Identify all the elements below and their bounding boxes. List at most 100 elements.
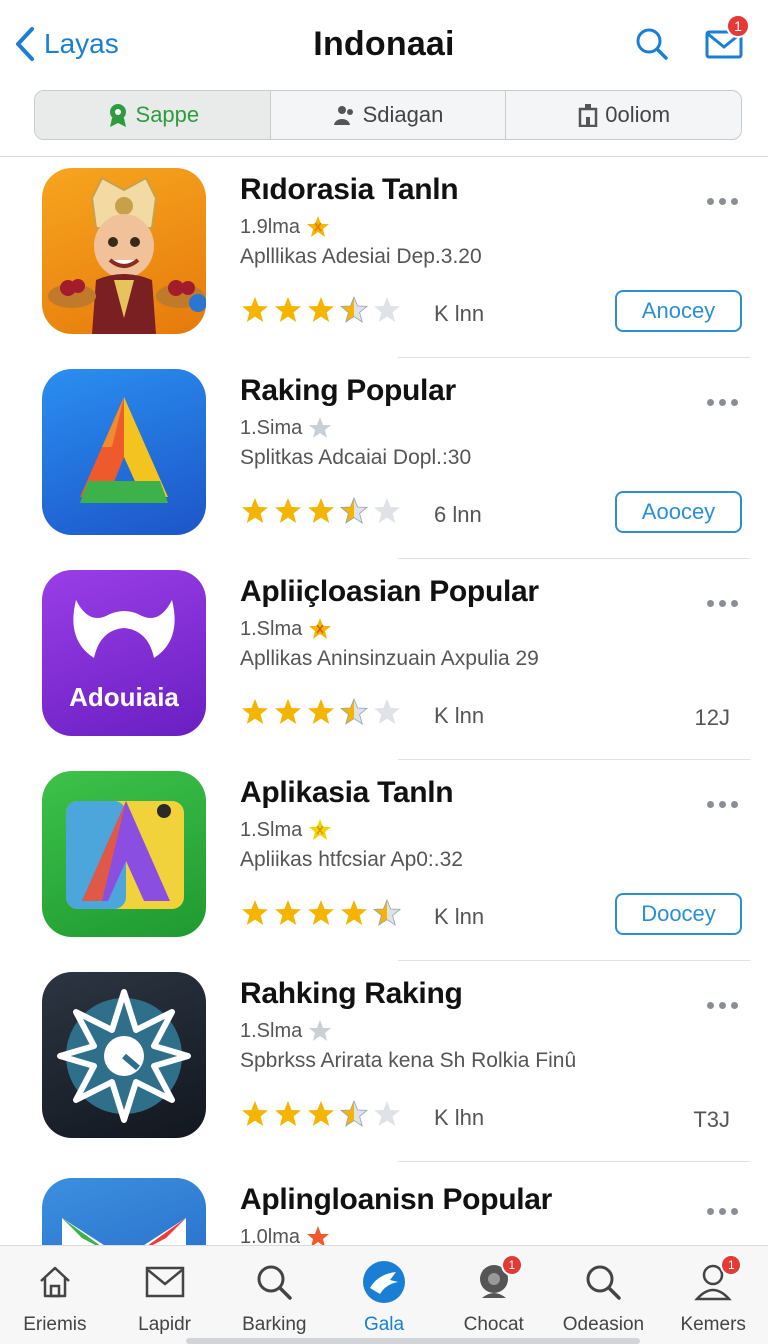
- segment-sdiagan[interactable]: Sdiagan: [271, 91, 507, 139]
- envelope-logo-icon: [62, 1218, 186, 1245]
- home-indicator: [186, 1338, 640, 1344]
- more-options-button[interactable]: [702, 792, 742, 816]
- list-item[interactable]: Raking Popular 1.Sima Splitkas Adcaiai D…: [0, 358, 768, 559]
- rank-label: 12J: [694, 705, 730, 730]
- segment-oliom[interactable]: 0oliom: [506, 91, 741, 139]
- globe-icon: [362, 1260, 406, 1304]
- app-name[interactable]: Apliiçloasian Popular: [240, 575, 539, 609]
- rating-count: K lnn: [434, 904, 485, 929]
- list-item[interactable]: Aplingloanisn Popular 1.0lma: [0, 1167, 768, 1245]
- get-button[interactable]: Aoocey: [615, 491, 742, 533]
- tab-label: Gala: [363, 1314, 405, 1335]
- tab-kemers[interactable]: 1 Kemers: [658, 1246, 768, 1344]
- app-meta: 1.Slma: [240, 617, 332, 641]
- tab-chocat[interactable]: 1 Chocat: [439, 1246, 549, 1344]
- star-filled-icon: [308, 1101, 334, 1126]
- app-name[interactable]: Aplikasia Tanln: [240, 776, 454, 810]
- get-button[interactable]: Anocey: [615, 290, 742, 332]
- app-name[interactable]: Aplingloanisn Popular: [240, 1183, 552, 1217]
- tab-label: Chocat: [463, 1314, 524, 1335]
- star-badge-icon: [307, 216, 330, 237]
- segment-label: Sdiagan: [362, 102, 444, 127]
- triangle-logo-icon: [80, 397, 168, 503]
- app-icon-blue-partial[interactable]: [42, 1178, 206, 1245]
- people-icon: [333, 106, 353, 125]
- star-filled-icon: [242, 699, 268, 724]
- tab-odeasion[interactable]: Odeasion: [549, 1246, 659, 1344]
- star-filled-icon: [308, 900, 334, 925]
- app-meta: 1.Sima: [240, 416, 332, 440]
- tab-label: Eriemis: [23, 1314, 87, 1335]
- tab-lapidr[interactable]: Lapidr: [110, 1246, 220, 1344]
- more-options-button[interactable]: [702, 1199, 742, 1223]
- list-item[interactable]: Adouiaia Apliiçloasian Popular 1.Slma Ap…: [0, 559, 768, 760]
- star-filled-icon: [275, 498, 301, 523]
- rating-count: 6 lnn: [434, 502, 482, 527]
- star-half-icon: [339, 1099, 369, 1127]
- app-size: 1.Slma: [240, 1019, 303, 1042]
- app-icon-purple[interactable]: Adouiaia: [42, 570, 206, 736]
- rating-count: K lnn: [434, 301, 485, 326]
- tab-badge: 1: [720, 1254, 743, 1276]
- app-description: Splitkas Adcaiai Dopl.:30: [240, 446, 472, 469]
- app-icon-triangle[interactable]: [42, 369, 206, 535]
- list-item[interactable]: Rıdorasia Tanln 1.9lma Aplllikas Adesiai…: [0, 157, 768, 358]
- tab-label: Lapidr: [138, 1314, 191, 1335]
- tab-gala[interactable]: Gala: [329, 1246, 439, 1344]
- app-size: 1.Sima: [240, 416, 303, 439]
- building-icon: [579, 104, 598, 127]
- search-icon: [252, 1260, 296, 1304]
- get-button[interactable]: Doocey: [615, 893, 742, 935]
- rating-stars: [240, 295, 402, 325]
- award-icon: [109, 104, 126, 127]
- star-half-icon: [339, 295, 369, 323]
- star-filled-icon: [275, 1101, 301, 1126]
- star-half-icon: [339, 496, 369, 524]
- tab-eriemis[interactable]: Eriemis: [0, 1246, 110, 1344]
- app-name[interactable]: Rıdorasia Tanln: [240, 173, 459, 207]
- star-half-icon: [372, 898, 402, 926]
- mail-button[interactable]: 1: [702, 14, 750, 66]
- compass-star-icon: [57, 989, 191, 1123]
- app-icon-dark[interactable]: [42, 972, 206, 1138]
- tab-barking[interactable]: Barking: [219, 1246, 329, 1344]
- app-meta: 1.0lma: [240, 1225, 330, 1245]
- app-description: Aplllikas Adesiai Dep.3.20: [240, 245, 482, 268]
- more-options-button[interactable]: [702, 993, 742, 1017]
- star-filled-icon: [242, 498, 268, 523]
- app-name[interactable]: Raking Popular: [240, 374, 456, 408]
- app-size: 1.9lma: [240, 215, 301, 238]
- bottom-tab-bar: Eriemis Lapidr Barking Gala 1 Chocat Ode…: [0, 1245, 768, 1344]
- star-filled-icon: [308, 297, 334, 322]
- rating-stars: [240, 898, 402, 928]
- app-size: 1.Slma: [240, 617, 303, 640]
- more-options-button[interactable]: [702, 189, 742, 213]
- app-description: Apliikas htfcsiar Ap0:.32: [240, 848, 463, 871]
- star-filled-icon: [275, 297, 301, 322]
- app-size: 1.Slma: [240, 818, 303, 841]
- rating-count: K lnn: [434, 703, 485, 728]
- list-item[interactable]: Aplikasia Tanln 1.Slma Apliikas htfcsiar…: [0, 760, 768, 961]
- app-meta: 1.Slma: [240, 818, 332, 842]
- more-options-button[interactable]: [702, 591, 742, 615]
- segment-label: 0oliom: [605, 102, 671, 127]
- star-outline-icon: [309, 1020, 332, 1041]
- tab-label: Odeasion: [562, 1314, 645, 1335]
- more-options-button[interactable]: [702, 390, 742, 414]
- segment-label: Sappe: [135, 102, 200, 127]
- app-icon-green[interactable]: [42, 771, 206, 937]
- search-icon: [636, 28, 668, 60]
- list-item[interactable]: Rahking Raking 1.Slma Spbrkss Arirata ke…: [0, 961, 768, 1162]
- rank-label: T3J: [693, 1107, 730, 1132]
- app-name[interactable]: Rahking Raking: [240, 977, 463, 1011]
- star-empty-icon: [374, 1101, 400, 1126]
- segmented-control: Sappe Sdiagan 0oliom: [34, 90, 742, 140]
- mail-badge: 1: [726, 14, 750, 38]
- star-filled-icon: [341, 900, 367, 925]
- star-filled-icon: [308, 699, 334, 724]
- app-list: Rıdorasia Tanln 1.9lma Aplllikas Adesiai…: [0, 157, 768, 1245]
- star-filled-icon: [242, 900, 268, 925]
- app-icon-mascot[interactable]: [42, 168, 206, 334]
- segment-sappe[interactable]: Sappe: [35, 91, 271, 139]
- search-button[interactable]: [630, 22, 674, 66]
